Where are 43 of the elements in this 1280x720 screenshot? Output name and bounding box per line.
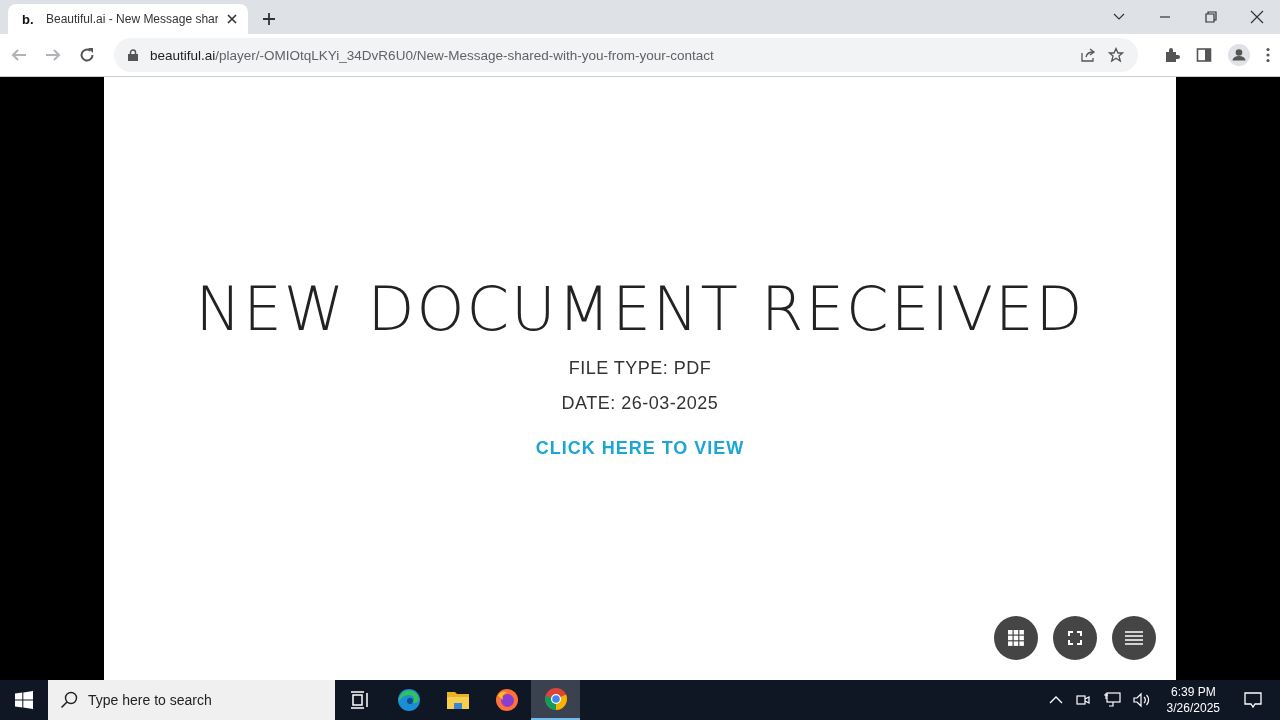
restore-icon[interactable] [1204,10,1218,24]
url-path: /player/-OMIOtqLKYi_34DvR6U0/New-Message-shared-with-you-from-your-contact [215,47,714,63]
folder-icon [445,690,470,710]
slide-text: FILE TYPE: PDF [568,358,712,379]
grid-icon [1008,630,1024,646]
clock-date: 3/26/2025 [1166,700,1220,716]
reload-icon[interactable] [78,46,96,64]
fullscreen-button[interactable] [1053,616,1097,660]
lock-icon [128,49,138,61]
network-icon[interactable] [1102,692,1121,708]
slide-title: NEW DOCUMENT RECEIVED [195,273,1085,344]
slide-text: DATE: 26-03-2025 [561,393,719,414]
side-panel-icon[interactable] [1196,47,1212,63]
puzzle-icon[interactable] [1164,47,1180,63]
new-tab-icon[interactable] [262,12,276,26]
camera-icon[interactable] [1074,692,1091,708]
taskbar-search-field[interactable]: Type here to search [48,680,335,720]
address-bar[interactable]: beautiful.ai/player/-OMIOtqLKYi_34DvR6U0/New-Message-shared-with-you-from-your-contact [114,38,1138,72]
chrome-ball-icon [543,687,568,711]
task-view-icon [349,691,370,709]
clock-time: 6:39 PM [1170,684,1216,700]
tab-title: Beautiful.ai - New Message shar [46,12,218,26]
browser-swirl-icon [396,688,421,712]
url-host: beautiful.ai [150,47,216,63]
browser-tab[interactable]: b. Beautiful.ai - New Message shar [8,4,248,34]
grid-button[interactable] [994,616,1038,660]
chevron-up-icon[interactable] [1048,695,1063,705]
windows-start-icon[interactable] [15,691,33,709]
chrome-taskbar-button[interactable] [531,680,580,720]
menu-icon [1125,631,1143,645]
volume-icon[interactable] [1132,692,1151,708]
share-icon[interactable] [1080,47,1096,63]
close-icon[interactable] [1250,10,1264,24]
profile-icon[interactable] [1228,44,1250,66]
close-icon[interactable] [226,13,238,25]
menu-icon[interactable] [1266,47,1270,63]
clock[interactable]: 6:39 PM 3/26/2025 [1166,684,1220,716]
fox-globe-icon [494,688,519,712]
star-icon[interactable] [1108,47,1124,63]
site-favicon: b. [22,11,35,27]
menu-button[interactable] [1112,616,1156,660]
fullscreen-icon [1068,631,1082,645]
notifications-icon[interactable] [1244,691,1262,709]
